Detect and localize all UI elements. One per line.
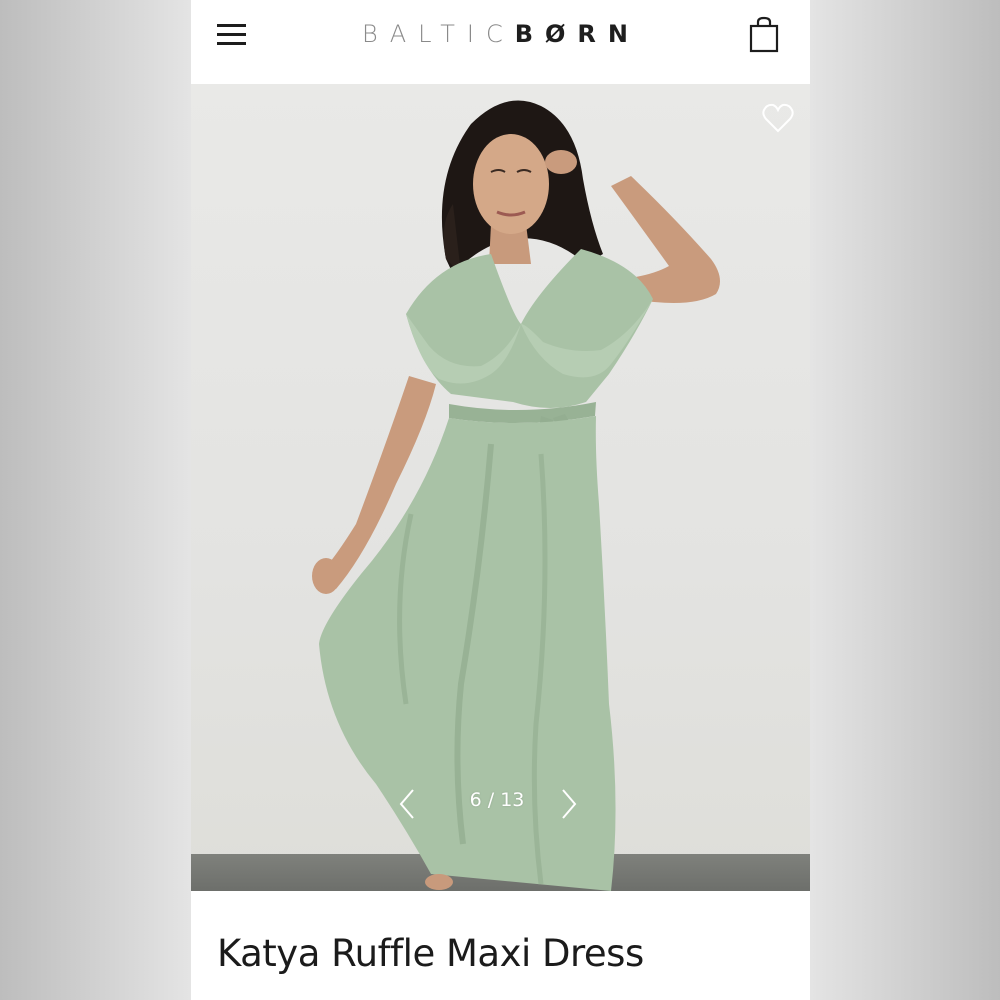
site-header: BALTICBØRN — [191, 0, 810, 84]
cart-button[interactable] — [747, 16, 781, 56]
menu-line — [217, 42, 246, 45]
image-counter: 6 / 13 — [453, 789, 541, 811]
app-screen: BALTICBØRN 6 / 13 Katya Ruffle Maxi Dres… — [191, 0, 810, 1000]
brand-logo-text-baltic: BALTIC — [362, 20, 515, 48]
next-image-button[interactable] — [557, 786, 581, 822]
hamburger-menu-icon — [217, 24, 246, 27]
menu-line — [217, 33, 246, 36]
image-counter-current: 6 — [469, 789, 482, 811]
wishlist-button[interactable] — [761, 102, 795, 134]
brand-logo[interactable]: BALTICBØRN — [341, 20, 661, 48]
shopping-bag-icon — [749, 16, 779, 53]
image-counter-total: 13 — [500, 789, 525, 811]
product-photo — [312, 100, 720, 891]
image-counter-separator: / — [481, 789, 501, 811]
chevron-right-icon — [562, 789, 577, 819]
product-image-gallery[interactable]: 6 / 13 — [191, 84, 810, 891]
previous-image-button[interactable] — [395, 786, 419, 822]
heart-outline-icon — [762, 103, 794, 133]
chevron-left-icon — [399, 789, 414, 819]
product-title: Katya Ruffle Maxi Dress — [217, 932, 644, 975]
menu-button[interactable] — [215, 22, 249, 48]
brand-logo-text-born: BØRN — [514, 20, 640, 48]
